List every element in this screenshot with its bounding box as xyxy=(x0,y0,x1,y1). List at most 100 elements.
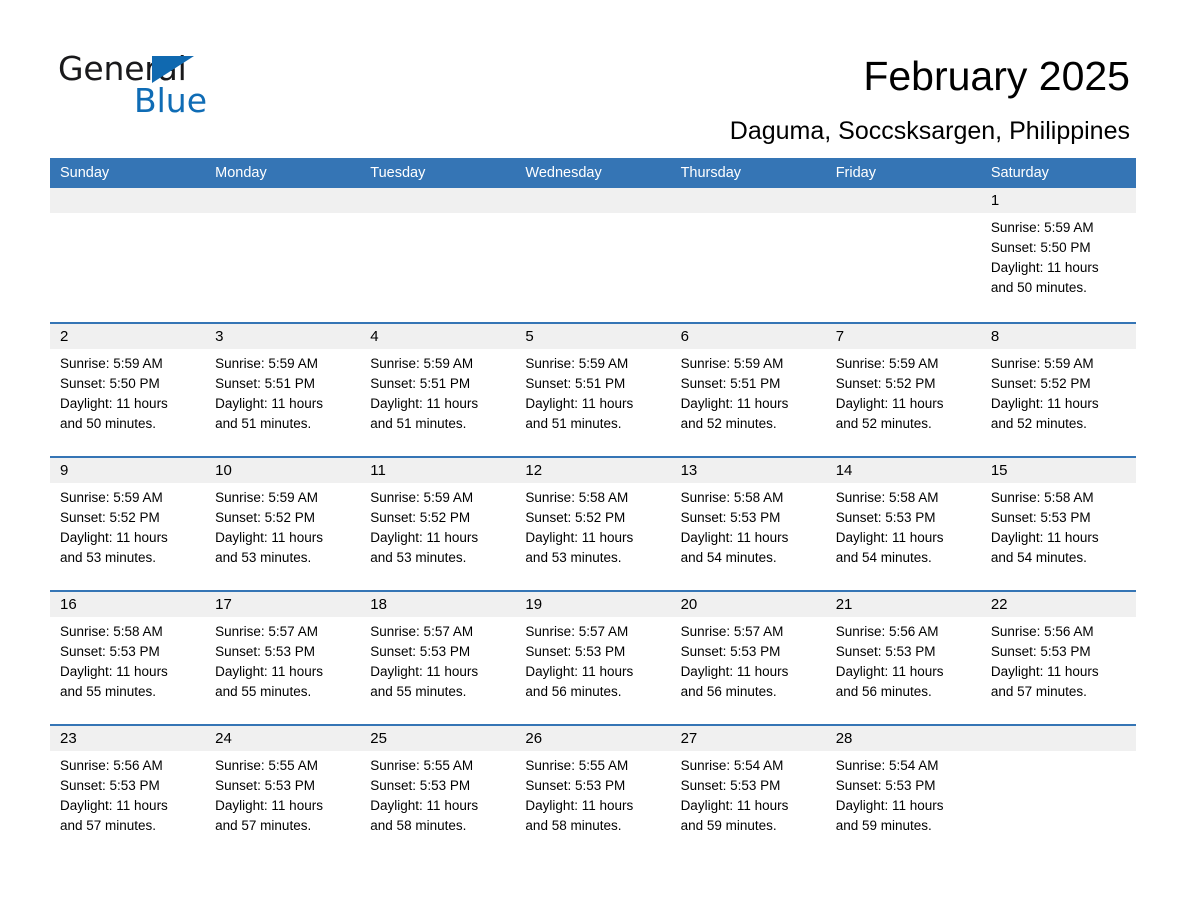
sunset-text: Sunset: 5:52 PM xyxy=(215,510,315,525)
page-header: General Blue February 2025 Daguma, Soccs… xyxy=(0,0,1188,146)
day-details: Sunrise: 5:59 AM Sunset: 5:52 PM Dayligh… xyxy=(360,483,515,568)
daylight-text-line2: and 56 minutes. xyxy=(525,684,622,699)
daylight-text-line2: and 54 minutes. xyxy=(990,550,1087,565)
calendar-day-cell[interactable]: 20 Sunrise: 5:57 AM Sunset: 5:53 PM Dayl… xyxy=(670,592,826,724)
sunset-text: Sunset: 5:53 PM xyxy=(680,510,781,525)
sunrise-text: Sunrise: 5:59 AM xyxy=(370,490,474,505)
day-number: 18 xyxy=(360,592,516,617)
daylight-text-line1: Daylight: 11 hours xyxy=(990,530,1099,545)
day-number: 28 xyxy=(825,726,981,751)
day-details: Sunrise: 5:59 AM Sunset: 5:51 PM Dayligh… xyxy=(205,349,360,434)
weekday-header-sunday: Sunday xyxy=(60,165,110,181)
sunset-text: Sunset: 5:53 PM xyxy=(680,644,781,659)
calendar-day-cell[interactable]: 11 Sunrise: 5:59 AM Sunset: 5:52 PM Dayl… xyxy=(360,458,516,590)
day-details: Sunrise: 5:59 AM Sunset: 5:50 PM Dayligh… xyxy=(981,213,1136,298)
day-number: 2 xyxy=(50,324,206,349)
daylight-text-line2: and 53 minutes. xyxy=(60,550,157,565)
day-number: 26 xyxy=(515,726,671,751)
calendar-day-cell[interactable]: 28 Sunrise: 5:54 AM Sunset: 5:53 PM Dayl… xyxy=(825,726,981,858)
calendar-day-cell[interactable]: 21 Sunrise: 5:56 AM Sunset: 5:53 PM Dayl… xyxy=(825,592,981,724)
calendar-day-cell[interactable]: 2 Sunrise: 5:59 AM Sunset: 5:50 PM Dayli… xyxy=(50,324,206,456)
calendar-day-cell[interactable]: 10 Sunrise: 5:59 AM Sunset: 5:52 PM Dayl… xyxy=(205,458,361,590)
sunrise-text: Sunrise: 5:59 AM xyxy=(60,356,163,371)
sunrise-text: Sunrise: 5:55 AM xyxy=(370,758,474,773)
sunrise-text: Sunrise: 5:58 AM xyxy=(525,490,629,505)
calendar-day-cell[interactable]: 7 Sunrise: 5:59 AM Sunset: 5:52 PM Dayli… xyxy=(825,324,981,456)
day-number: 14 xyxy=(825,458,981,483)
daylight-text-line1: Daylight: 11 hours xyxy=(370,798,479,813)
calendar-day-cell[interactable]: 16 Sunrise: 5:58 AM Sunset: 5:53 PM Dayl… xyxy=(50,592,206,724)
daylight-text-line1: Daylight: 11 hours xyxy=(835,798,944,813)
daylight-text-line1: Daylight: 11 hours xyxy=(990,664,1099,679)
calendar-day-cell[interactable]: 22 Sunrise: 5:56 AM Sunset: 5:53 PM Dayl… xyxy=(980,592,1136,724)
calendar-day-cell[interactable]: 18 Sunrise: 5:57 AM Sunset: 5:53 PM Dayl… xyxy=(360,592,516,724)
calendar-day-cell[interactable]: 9 Sunrise: 5:59 AM Sunset: 5:52 PM Dayli… xyxy=(50,458,206,590)
daylight-text-line1: Daylight: 11 hours xyxy=(680,530,789,545)
calendar-day-cell[interactable]: 5 Sunrise: 5:59 AM Sunset: 5:51 PM Dayli… xyxy=(515,324,671,456)
day-number: 4 xyxy=(360,324,516,349)
calendar-day-cell[interactable]: 4 Sunrise: 5:59 AM Sunset: 5:51 PM Dayli… xyxy=(360,324,516,456)
calendar-day-cell[interactable]: 13 Sunrise: 5:58 AM Sunset: 5:53 PM Dayl… xyxy=(670,458,826,590)
logo-triangle-icon xyxy=(152,56,194,83)
calendar-day-cell xyxy=(825,188,981,322)
calendar-day-cell[interactable]: 24 Sunrise: 5:55 AM Sunset: 5:53 PM Dayl… xyxy=(205,726,361,858)
day-number: 3 xyxy=(205,324,361,349)
daylight-text-line2: and 53 minutes. xyxy=(370,550,467,565)
daylight-text-line2: and 58 minutes. xyxy=(525,818,622,833)
day-details: Sunrise: 5:59 AM Sunset: 5:51 PM Dayligh… xyxy=(360,349,515,434)
calendar-day-cell[interactable]: 6 Sunrise: 5:59 AM Sunset: 5:51 PM Dayli… xyxy=(670,324,826,456)
day-number xyxy=(205,188,361,213)
day-number xyxy=(50,188,206,213)
day-details: Sunrise: 5:55 AM Sunset: 5:53 PM Dayligh… xyxy=(515,751,670,836)
day-number: 10 xyxy=(205,458,361,483)
day-number: 21 xyxy=(825,592,981,617)
daylight-text-line2: and 51 minutes. xyxy=(525,416,622,431)
general-blue-logo[interactable]: General Blue xyxy=(58,52,318,122)
calendar-week-row: 23 Sunrise: 5:56 AM Sunset: 5:53 PM Dayl… xyxy=(50,724,1136,858)
day-details: Sunrise: 5:57 AM Sunset: 5:53 PM Dayligh… xyxy=(515,617,670,702)
weekday-header-tuesday: Tuesday xyxy=(370,165,426,181)
calendar-day-cell[interactable]: 17 Sunrise: 5:57 AM Sunset: 5:53 PM Dayl… xyxy=(205,592,361,724)
calendar-day-cell[interactable]: 25 Sunrise: 5:55 AM Sunset: 5:53 PM Dayl… xyxy=(360,726,516,858)
calendar-day-cell[interactable]: 27 Sunrise: 5:54 AM Sunset: 5:53 PM Dayl… xyxy=(670,726,826,858)
daylight-text-line1: Daylight: 11 hours xyxy=(215,798,323,813)
daylight-text-line1: Daylight: 11 hours xyxy=(215,664,323,679)
day-details: Sunrise: 5:56 AM Sunset: 5:53 PM Dayligh… xyxy=(981,617,1136,702)
day-details xyxy=(205,213,360,218)
daylight-text-line2: and 52 minutes. xyxy=(680,416,777,431)
calendar-day-cell[interactable]: 26 Sunrise: 5:55 AM Sunset: 5:53 PM Dayl… xyxy=(515,726,671,858)
daylight-text-line1: Daylight: 11 hours xyxy=(60,530,168,545)
calendar-day-cell[interactable]: 1 Sunrise: 5:59 AM Sunset: 5:50 PM Dayli… xyxy=(980,188,1136,322)
daylight-text-line1: Daylight: 11 hours xyxy=(370,530,479,545)
daylight-text-line2: and 55 minutes. xyxy=(60,684,157,699)
calendar-day-cell[interactable]: 14 Sunrise: 5:58 AM Sunset: 5:53 PM Dayl… xyxy=(825,458,981,590)
sunrise-text: Sunrise: 5:59 AM xyxy=(525,356,629,371)
day-details: Sunrise: 5:59 AM Sunset: 5:50 PM Dayligh… xyxy=(50,349,205,434)
sunrise-text: Sunrise: 5:54 AM xyxy=(680,758,784,773)
calendar-day-cell[interactable]: 12 Sunrise: 5:58 AM Sunset: 5:52 PM Dayl… xyxy=(515,458,671,590)
daylight-text-line1: Daylight: 11 hours xyxy=(835,664,944,679)
day-number: 25 xyxy=(360,726,516,751)
calendar-day-cell[interactable]: 23 Sunrise: 5:56 AM Sunset: 5:53 PM Dayl… xyxy=(50,726,206,858)
sunset-text: Sunset: 5:53 PM xyxy=(215,778,315,793)
day-number xyxy=(825,188,981,213)
calendar-day-cell[interactable]: 19 Sunrise: 5:57 AM Sunset: 5:53 PM Dayl… xyxy=(515,592,671,724)
day-number xyxy=(515,188,671,213)
calendar-day-cell[interactable]: 3 Sunrise: 5:59 AM Sunset: 5:51 PM Dayli… xyxy=(205,324,361,456)
sunrise-text: Sunrise: 5:59 AM xyxy=(60,490,163,505)
day-number: 6 xyxy=(670,324,826,349)
daylight-text-line2: and 54 minutes. xyxy=(835,550,932,565)
daylight-text-line2: and 56 minutes. xyxy=(835,684,932,699)
sunset-text: Sunset: 5:53 PM xyxy=(370,778,471,793)
sunrise-text: Sunrise: 5:56 AM xyxy=(60,758,163,773)
calendar-day-cell[interactable]: 8 Sunrise: 5:59 AM Sunset: 5:52 PM Dayli… xyxy=(980,324,1136,456)
day-number: 7 xyxy=(825,324,981,349)
day-details: Sunrise: 5:56 AM Sunset: 5:53 PM Dayligh… xyxy=(826,617,981,702)
calendar-day-cell[interactable]: 15 Sunrise: 5:58 AM Sunset: 5:53 PM Dayl… xyxy=(980,458,1136,590)
calendar-day-cell xyxy=(515,188,671,322)
daylight-text-line1: Daylight: 11 hours xyxy=(215,396,323,411)
sunrise-text: Sunrise: 5:59 AM xyxy=(680,356,784,371)
sunset-text: Sunset: 5:52 PM xyxy=(990,376,1091,391)
calendar-week-row: 16 Sunrise: 5:58 AM Sunset: 5:53 PM Dayl… xyxy=(50,590,1136,724)
daylight-text-line1: Daylight: 11 hours xyxy=(835,530,944,545)
